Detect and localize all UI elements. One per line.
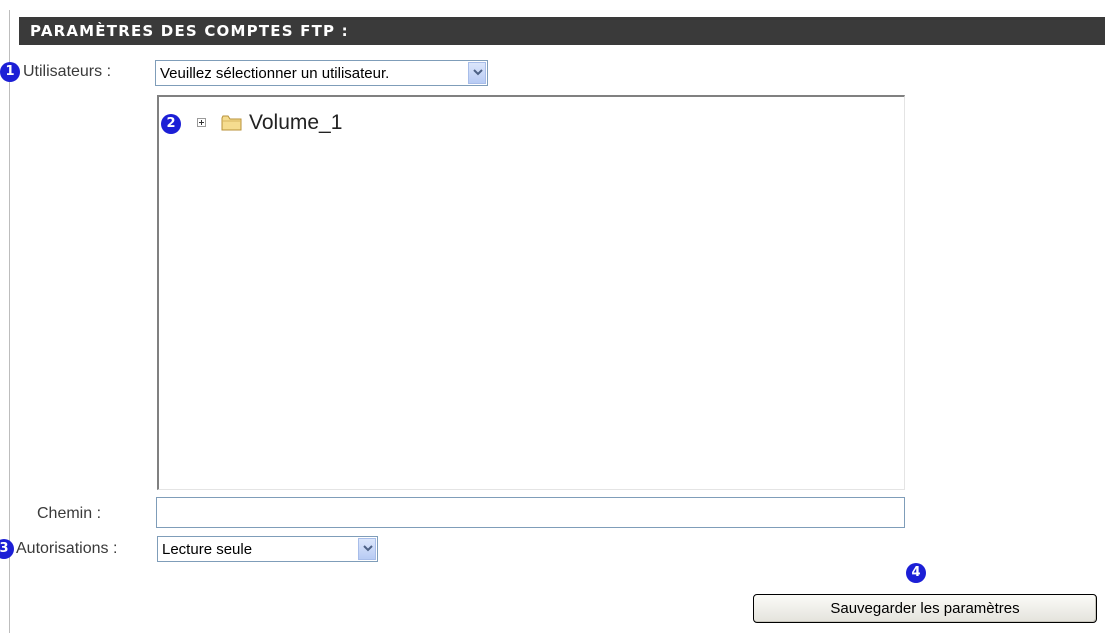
callout-badge-4: 4	[906, 563, 926, 583]
chevron-down-icon[interactable]	[358, 538, 376, 560]
callout-badge-2: 2	[161, 114, 181, 134]
permissions-select[interactable]: Lecture seule	[157, 536, 378, 562]
path-input[interactable]	[156, 497, 905, 528]
plus-box-icon[interactable]	[197, 118, 206, 127]
folder-icon	[221, 115, 243, 136]
permissions-label: Autorisations :	[16, 540, 118, 557]
folder-tree-panel[interactable]: 2 Volume_1	[157, 95, 905, 490]
section-header: PARAMÈTRES DES COMPTES FTP :	[19, 17, 1105, 45]
callout-badge-3: 3	[0, 539, 14, 559]
permissions-select-value: Lecture seule	[162, 541, 253, 558]
tree-node-volume-1[interactable]: Volume_1	[249, 111, 342, 135]
users-select-value: Veuillez sélectionner un utilisateur.	[160, 65, 390, 82]
users-select[interactable]: Veuillez sélectionner un utilisateur.	[155, 60, 488, 86]
save-settings-button[interactable]: Sauvegarder les paramètres	[753, 594, 1097, 623]
section-title: PARAMÈTRES DES COMPTES FTP :	[30, 22, 349, 40]
users-label: Utilisateurs :	[23, 63, 112, 80]
path-label: Chemin :	[37, 505, 102, 522]
callout-badge-1: 1	[0, 62, 20, 82]
chevron-down-icon[interactable]	[468, 62, 486, 84]
